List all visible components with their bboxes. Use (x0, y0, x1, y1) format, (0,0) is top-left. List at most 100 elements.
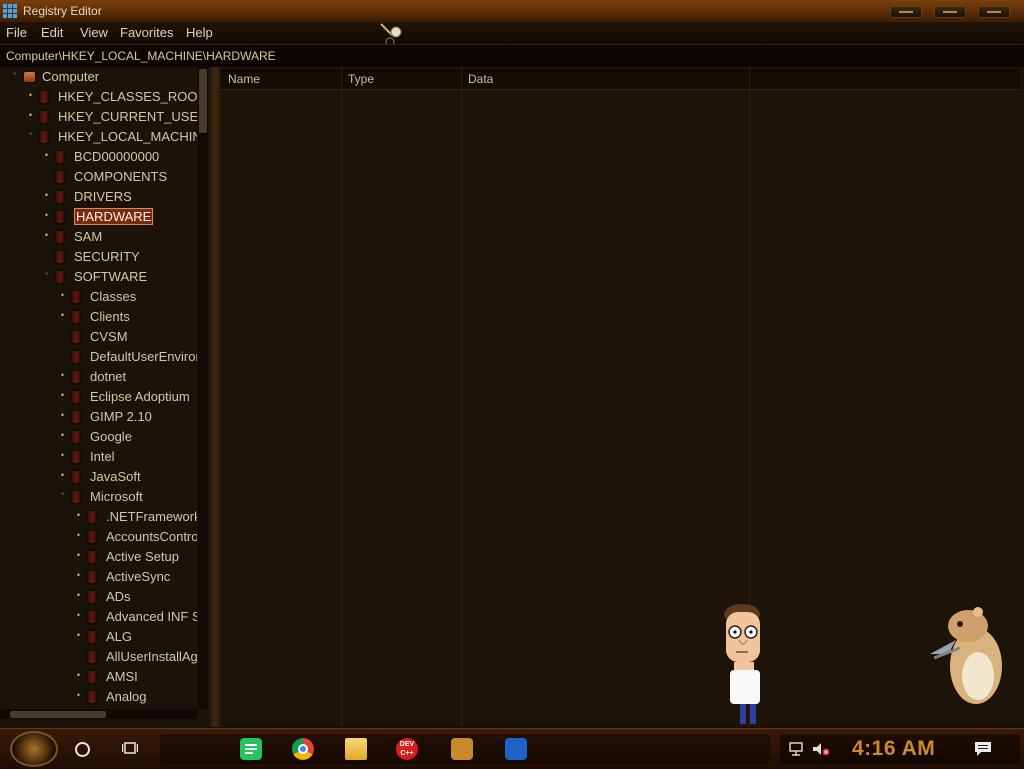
collapse-arrow-icon[interactable]: ◦ (27, 130, 34, 138)
menu-favorites[interactable]: Favorites (120, 25, 173, 40)
registry-tree[interactable]: ◦ Computer • HKEY_CLASSES_ROOT • HKEY_CURRENT… (0, 67, 210, 727)
tree-node-label[interactable]: HKEY_CLASSES_ROOT (58, 89, 197, 104)
tree-node[interactable]: ◦ SOFTWARE (0, 267, 197, 287)
tree-node[interactable]: • ADs (0, 587, 197, 607)
clock[interactable]: 4:16 AM (852, 737, 935, 761)
column-divider[interactable] (341, 67, 342, 727)
tree-node-label[interactable]: GIMP 2.10 (90, 409, 152, 424)
menu-view[interactable]: View (80, 25, 108, 40)
address-path[interactable]: Computer\HKEY_LOCAL_MACHINE\HARDWARE (6, 49, 276, 63)
tree-node-label[interactable]: HKEY_LOCAL_MACHINE (58, 129, 197, 144)
tree-node-label[interactable]: SOFTWARE (74, 269, 147, 284)
tree-node-label[interactable]: ADs (106, 589, 131, 604)
column-type[interactable]: Type (348, 72, 374, 86)
tree-vertical-scroll-thumb[interactable] (199, 69, 207, 133)
minimize-button[interactable]: ▬▬ (890, 6, 922, 18)
tree-node[interactable]: • ALG (0, 627, 197, 647)
tree-node[interactable]: • AMSI (0, 667, 197, 687)
tree-node-label[interactable]: AccountsControl (106, 529, 197, 544)
expand-arrow-icon[interactable]: • (59, 471, 66, 480)
tree-node[interactable]: • Active Setup (0, 547, 197, 567)
expand-arrow-icon[interactable]: • (59, 451, 66, 460)
virtualbox-icon[interactable] (505, 738, 527, 760)
tree-node-label[interactable]: Google (90, 429, 132, 444)
notes-icon[interactable] (240, 738, 262, 760)
tree-node-label[interactable]: Classes (90, 289, 136, 304)
expand-arrow-icon[interactable]: • (75, 631, 82, 640)
search-icon[interactable] (75, 742, 90, 757)
network-icon[interactable] (788, 742, 806, 756)
tree-node[interactable]: ◦ Computer (0, 67, 197, 87)
expand-arrow-icon[interactable]: • (59, 291, 66, 300)
close-button[interactable]: ▬▬ (978, 6, 1010, 18)
tree-node[interactable]: • Intel (0, 447, 197, 467)
game-icon[interactable] (451, 738, 473, 760)
expand-arrow-icon[interactable]: • (43, 231, 50, 240)
tree-node[interactable]: • AccountsControl (0, 527, 197, 547)
expand-arrow-icon[interactable]: • (59, 431, 66, 440)
column-name[interactable]: Name (228, 72, 260, 86)
expand-arrow-icon[interactable]: • (27, 111, 34, 120)
tree-horizontal-scroll-thumb[interactable] (10, 711, 106, 718)
tree-horizontal-scrollbar[interactable] (0, 709, 198, 719)
tree-node-label[interactable]: JavaSoft (90, 469, 141, 484)
collapse-arrow-icon[interactable]: ◦ (11, 70, 18, 78)
tree-node-label[interactable]: dotnet (90, 369, 126, 384)
tree-node[interactable]: DefaultUserEnvironment (0, 347, 197, 367)
notifications-icon[interactable] (974, 741, 992, 757)
tree-node-label[interactable]: BCD00000000 (74, 149, 159, 164)
maximize-button[interactable]: ▬▬ (934, 6, 966, 18)
menu-edit[interactable]: Edit (41, 25, 63, 40)
chrome-icon[interactable] (292, 738, 314, 760)
expand-arrow-icon[interactable]: • (43, 211, 50, 220)
tree-node[interactable]: • HARDWARE (0, 207, 197, 227)
tree-node-label[interactable]: CVSM (90, 329, 128, 344)
tree-node-label[interactable]: DefaultUserEnvironment (90, 349, 197, 364)
values-list[interactable]: Name Type Data (220, 67, 1024, 727)
tree-node-label[interactable]: Analog (106, 689, 146, 704)
tree-node[interactable]: • BCD00000000 (0, 147, 197, 167)
tree-node[interactable]: • .NETFramework (0, 507, 197, 527)
tree-node-label[interactable]: Clients (90, 309, 130, 324)
menu-file[interactable]: File (6, 25, 27, 40)
expand-arrow-icon[interactable]: • (75, 551, 82, 560)
tree-node-label[interactable]: SAM (74, 229, 102, 244)
tree-node-label[interactable]: Eclipse Adoptium (90, 389, 190, 404)
tree-node[interactable]: AllUserInstallAgent (0, 647, 197, 667)
tree-node[interactable]: • Advanced INF Setup (0, 607, 197, 627)
tree-node[interactable]: • JavaSoft (0, 467, 197, 487)
expand-arrow-icon[interactable]: • (59, 311, 66, 320)
collapse-arrow-icon[interactable]: ◦ (59, 490, 66, 498)
tree-node-label[interactable]: HKEY_CURRENT_USER (58, 109, 197, 124)
menu-help[interactable]: Help (186, 25, 213, 40)
tree-node[interactable]: • GIMP 2.10 (0, 407, 197, 427)
title-bar[interactable]: Registry Editor ▬▬ ▬▬ ▬▬ (0, 0, 1024, 23)
tree-node[interactable]: CVSM (0, 327, 197, 347)
expand-arrow-icon[interactable]: • (59, 391, 66, 400)
expand-arrow-icon[interactable]: • (75, 511, 82, 520)
expand-arrow-icon[interactable]: • (75, 671, 82, 680)
expand-arrow-icon[interactable]: • (75, 611, 82, 620)
volume-muted-icon[interactable] (812, 742, 830, 756)
file-explorer-icon[interactable] (345, 738, 367, 760)
tree-node[interactable]: • HKEY_CLASSES_ROOT (0, 87, 197, 107)
expand-arrow-icon[interactable]: • (43, 191, 50, 200)
start-button[interactable] (10, 731, 58, 767)
expand-arrow-icon[interactable]: • (59, 411, 66, 420)
tree-node-label[interactable]: COMPONENTS (74, 169, 167, 184)
task-view-icon[interactable] (122, 741, 138, 755)
tree-node-label[interactable]: Intel (90, 449, 115, 464)
tree-vertical-scrollbar[interactable] (198, 67, 208, 709)
tree-node[interactable]: • Clients (0, 307, 197, 327)
tree-node[interactable]: ◦ HKEY_LOCAL_MACHINE (0, 127, 197, 147)
tree-node-label[interactable]: AMSI (106, 669, 138, 684)
pane-splitter[interactable] (210, 67, 220, 727)
tree-node[interactable]: • SAM (0, 227, 197, 247)
address-bar[interactable]: Computer\HKEY_LOCAL_MACHINE\HARDWARE (0, 44, 1024, 68)
expand-arrow-icon[interactable]: • (75, 531, 82, 540)
expand-arrow-icon[interactable]: • (75, 691, 82, 700)
column-data[interactable]: Data (468, 72, 493, 86)
tree-node-label[interactable]: AllUserInstallAgent (106, 649, 197, 664)
expand-arrow-icon[interactable]: • (27, 91, 34, 100)
column-divider[interactable] (461, 67, 462, 727)
